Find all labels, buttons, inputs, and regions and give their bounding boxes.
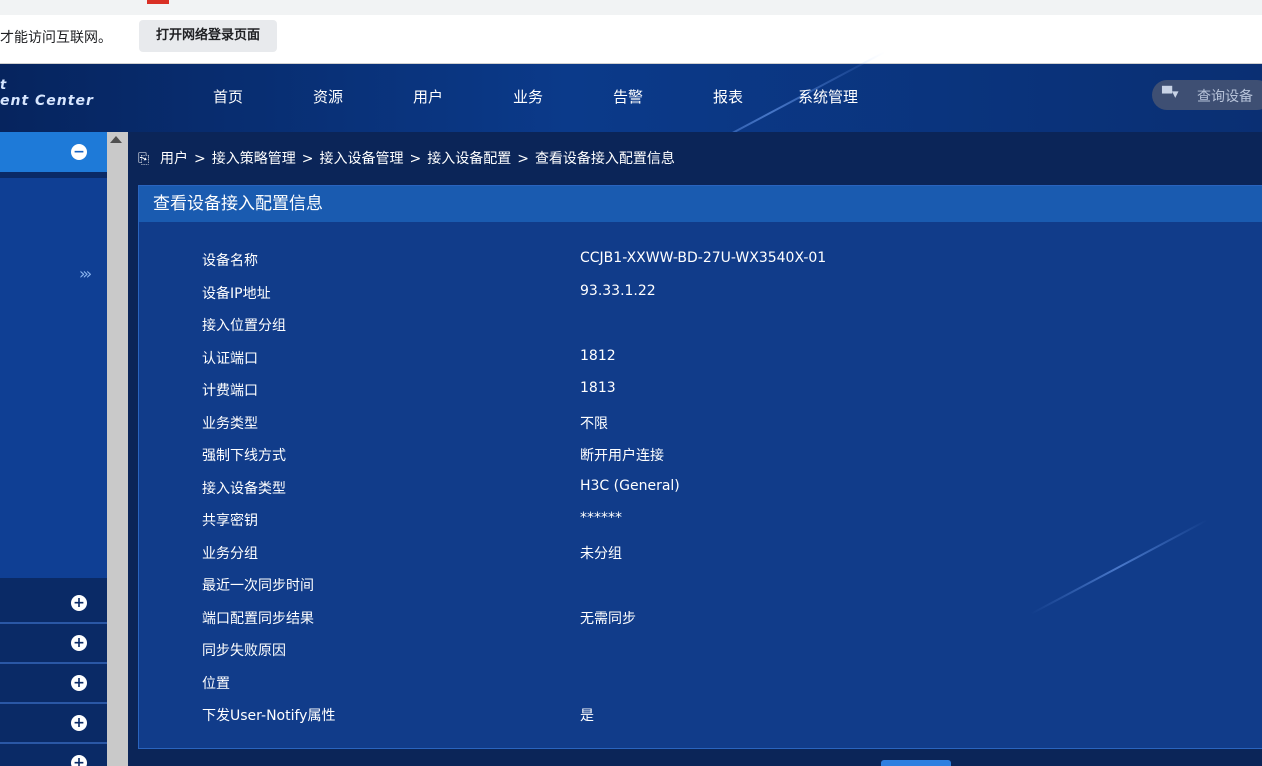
info-row-last-sync-time: 最近一次同步时间	[139, 569, 1262, 601]
nav-business[interactable]: 业务	[513, 86, 543, 107]
info-row-service-group: 业务分组 未分组	[139, 537, 1262, 569]
left-sidebar: − ››› + + + + +	[0, 132, 107, 766]
info-value: CCJB1-XXWW-BD-27U-WX3540X-01	[580, 250, 827, 266]
info-label: 最近一次同步时间	[202, 578, 314, 594]
sidebar-section-2[interactable]: +	[0, 624, 107, 662]
infobar-message: 才能访问互联网。	[0, 30, 112, 46]
info-value: H3C (General)	[580, 478, 680, 494]
info-row-force-offline: 强制下线方式 断开用户连接	[139, 439, 1262, 471]
tab-indicator	[147, 0, 169, 4]
nav-resources[interactable]: 资源	[313, 86, 343, 107]
app-header: t ent Center 首页 资源 用户 业务 告警 报表 系统管理 ▀▾ 查…	[0, 51, 1262, 175]
device-config-panel: 查看设备接入配置信息 设备名称 CCJB1-XXWW-BD-27U-WX3540…	[138, 185, 1262, 749]
expand-icon[interactable]: +	[71, 755, 87, 766]
breadcrumb-item-access-device-config[interactable]: 接入设备配置	[427, 151, 511, 167]
info-label: 接入位置分组	[202, 318, 286, 334]
info-row-auth-port: 认证端口 1812	[139, 342, 1262, 374]
info-value: 1813	[580, 380, 616, 396]
scroll-up-arrow-icon[interactable]	[110, 136, 122, 143]
info-row-accounting-port: 计费端口 1813	[139, 374, 1262, 406]
info-value: 93.33.1.22	[580, 283, 656, 299]
user-config-icon: ⎘	[138, 151, 150, 167]
expand-icon[interactable]: +	[71, 635, 87, 651]
panel-title: 查看设备接入配置信息	[139, 186, 1262, 222]
info-row-port-sync-result: 端口配置同步结果 无需同步	[139, 602, 1262, 634]
info-row-shared-key: 共享密钥 ******	[139, 504, 1262, 536]
sidebar-expanded-panel: ›››	[0, 178, 107, 578]
info-label: 共享密钥	[202, 513, 258, 529]
info-row-sync-failure-reason: 同步失败原因	[139, 634, 1262, 666]
info-row-device-type: 接入设备类型 H3C (General)	[139, 472, 1262, 504]
info-value: 不限	[580, 416, 608, 432]
device-filter-icon[interactable]: ▀▾	[1162, 87, 1179, 102]
info-row-location: 位置	[139, 667, 1262, 699]
breadcrumb-separator: >	[194, 151, 206, 167]
breadcrumb-separator: >	[517, 151, 529, 167]
breadcrumb: ⎘ 用户 > 接入策略管理 > 接入设备管理 > 接入设备配置 > 查看设备接入配置信息	[138, 148, 675, 168]
info-row-device-name: 设备名称 CCJB1-XXWW-BD-27U-WX3540X-01	[139, 244, 1262, 276]
expand-arrows-icon[interactable]: ›››	[79, 264, 92, 283]
info-label: 下发User-Notify属性	[202, 708, 336, 724]
info-label: 接入设备类型	[202, 481, 286, 497]
info-label: 设备名称	[202, 253, 258, 269]
sidebar-scrollbar[interactable]	[107, 132, 128, 766]
breadcrumb-item-current: 查看设备接入配置信息	[534, 151, 675, 167]
expand-icon[interactable]: +	[71, 715, 87, 731]
browser-tab-strip	[0, 0, 1262, 15]
expand-icon[interactable]: +	[71, 675, 87, 691]
sidebar-section-3[interactable]: +	[0, 664, 107, 702]
info-value: 未分组	[580, 546, 622, 562]
info-label: 业务分组	[202, 546, 258, 562]
info-value: 是	[580, 708, 594, 724]
info-label: 计费端口	[202, 383, 258, 399]
info-value: 1812	[580, 348, 616, 364]
sidebar-section-5[interactable]: +	[0, 744, 107, 766]
info-label: 业务类型	[202, 416, 258, 432]
device-search-box[interactable]: ▀▾ 查询设备	[1152, 80, 1262, 110]
breadcrumb-separator: >	[409, 151, 422, 167]
nav-reports[interactable]: 报表	[713, 86, 743, 107]
breadcrumb-item-access-policy[interactable]: 接入策略管理	[212, 151, 296, 167]
info-label: 位置	[202, 676, 230, 692]
info-label: 同步失败原因	[202, 643, 286, 659]
nav-alarms[interactable]: 告警	[613, 86, 643, 107]
info-value: 无需同步	[580, 611, 636, 627]
expand-icon[interactable]: +	[71, 595, 87, 611]
nav-users[interactable]: 用户	[413, 86, 443, 107]
back-button[interactable]	[881, 760, 951, 766]
breadcrumb-separator: >	[301, 151, 314, 167]
info-row-service-type: 业务类型 不限	[139, 407, 1262, 439]
info-label: 认证端口	[202, 351, 258, 367]
breadcrumb-item-access-device-mgmt[interactable]: 接入设备管理	[319, 151, 403, 167]
info-row-access-location-group: 接入位置分组	[139, 309, 1262, 341]
info-row-user-notify: 下发User-Notify属性 是	[139, 699, 1262, 731]
search-placeholder: 查询设备	[1197, 89, 1253, 105]
open-login-page-button[interactable]: 打开网络登录页面	[139, 20, 277, 52]
main-content: ⎘ 用户 > 接入策略管理 > 接入设备管理 > 接入设备配置 > 查看设备接入配置信息 查看设备…	[128, 132, 1262, 766]
sidebar-section-4[interactable]: +	[0, 704, 107, 742]
logo-line-2: ent Center	[0, 93, 94, 109]
sidebar-section-1[interactable]: +	[0, 584, 107, 622]
info-row-device-ip: 设备IP地址 93.33.1.22	[139, 277, 1262, 309]
sidebar-active-section[interactable]: −	[0, 132, 107, 172]
network-login-infobar: 才能访问互联网。 打开网络登录页面	[0, 15, 1262, 64]
logo-line-1: t	[0, 78, 7, 93]
info-label: 设备IP地址	[202, 286, 271, 302]
breadcrumb-item-users[interactable]: 用户	[160, 151, 188, 167]
info-label: 端口配置同步结果	[202, 611, 314, 627]
nav-system-management[interactable]: 系统管理	[798, 86, 858, 107]
info-value: 断开用户连接	[580, 448, 664, 464]
nav-home[interactable]: 首页	[213, 86, 243, 107]
info-label: 强制下线方式	[202, 448, 286, 464]
info-value: ******	[580, 510, 622, 526]
collapse-icon[interactable]: −	[71, 144, 87, 160]
